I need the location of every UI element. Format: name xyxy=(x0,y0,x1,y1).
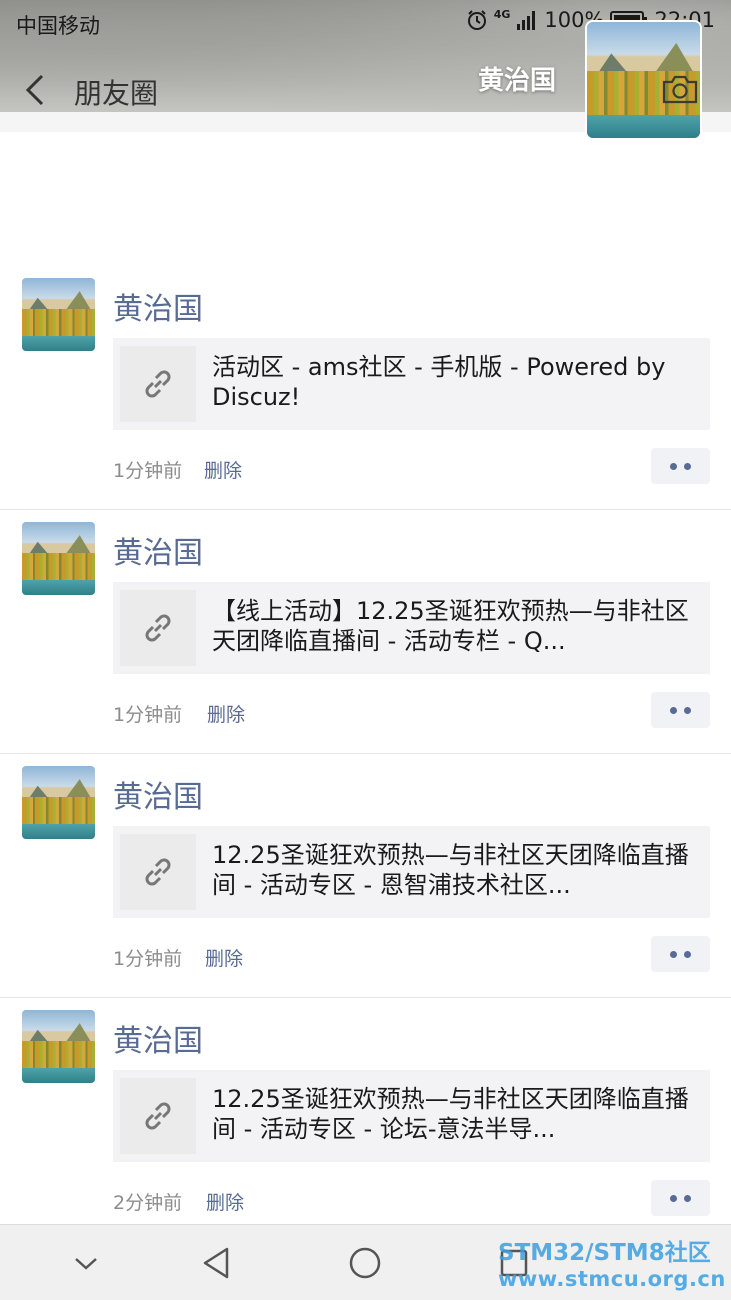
post-author[interactable]: 黄治国 xyxy=(113,772,203,816)
feed-post: 黄治国 12.25圣诞狂欢预热—与非社区天团降临直播间 - 活动专区 - 论坛-… xyxy=(0,998,731,1242)
system-home-button[interactable] xyxy=(345,1243,385,1283)
shared-link-card[interactable]: 【线上活动】12.25圣诞狂欢预热—与非社区天团降临直播间 - 活动专栏 - Q… xyxy=(113,582,710,674)
hide-nav-button[interactable] xyxy=(66,1243,106,1283)
network-type: 4G xyxy=(493,7,511,21)
delete-button[interactable]: 删除 xyxy=(207,700,245,727)
link-icon xyxy=(120,346,196,422)
feed-post: 黄治国 12.25圣诞狂欢预热—与非社区天团降临直播间 - 活动专区 - 恩智浦… xyxy=(0,754,731,998)
avatar[interactable] xyxy=(22,1010,95,1083)
landscape-image xyxy=(22,766,95,839)
shared-link-card[interactable]: 活动区 - ams社区 - 手机版 - Powered by Discuz! xyxy=(113,338,710,430)
more-options-button[interactable] xyxy=(651,1180,710,1216)
more-options-button[interactable] xyxy=(651,448,710,484)
camera-button[interactable] xyxy=(660,72,700,106)
shared-link-card[interactable]: 12.25圣诞狂欢预热—与非社区天团降临直播间 - 活动专区 - 论坛-意法半导… xyxy=(113,1070,710,1162)
more-dots-icon xyxy=(670,706,677,714)
link-title: 12.25圣诞狂欢预热—与非社区天团降临直播间 - 活动专区 - 论坛-意法半导… xyxy=(212,1085,689,1143)
more-options-button[interactable] xyxy=(651,692,710,728)
post-time: 1分钟前 xyxy=(113,704,183,726)
feed-post: 黄治国 【线上活动】12.25圣诞狂欢预热—与非社区天团降临直播间 - 活动专栏… xyxy=(0,510,731,754)
post-author[interactable]: 黄治国 xyxy=(113,528,203,572)
link-icon xyxy=(120,834,196,910)
link-title: 【线上活动】12.25圣诞狂欢预热—与非社区天团降临直播间 - 活动专栏 - Q… xyxy=(212,597,689,655)
delete-button[interactable]: 删除 xyxy=(205,944,243,971)
signal-icon xyxy=(517,11,536,30)
landscape-image xyxy=(22,278,95,351)
chevron-left-icon xyxy=(25,74,44,106)
carrier-label: 中国移动 xyxy=(16,14,100,38)
link-icon xyxy=(120,590,196,666)
post-time: 2分钟前 xyxy=(113,1192,183,1214)
post-author[interactable]: 黄治国 xyxy=(113,1016,203,1060)
post-time: 1分钟前 xyxy=(113,948,183,970)
more-options-button[interactable] xyxy=(651,936,710,972)
shared-link-card[interactable]: 12.25圣诞狂欢预热—与非社区天团降临直播间 - 活动专区 - 恩智浦技术社区… xyxy=(113,826,710,918)
delete-button[interactable]: 删除 xyxy=(206,1188,244,1215)
link-title: 活动区 - ams社区 - 手机版 - Powered by Discuz! xyxy=(212,353,666,411)
more-dots-icon xyxy=(670,462,677,470)
back-button[interactable] xyxy=(20,70,54,110)
chevron-down-icon xyxy=(75,1258,97,1270)
more-dots-icon xyxy=(670,1194,677,1202)
circle-home-icon xyxy=(349,1247,381,1279)
page-title: 朋友圈 xyxy=(74,77,159,110)
watermark: STM32/STM8社区 www.stmcu.org.cn xyxy=(498,1240,726,1292)
avatar[interactable] xyxy=(22,278,95,351)
post-time: 1分钟前 xyxy=(113,460,183,482)
delete-button[interactable]: 删除 xyxy=(204,456,242,483)
link-icon xyxy=(120,1078,196,1154)
watermark-line2: www.stmcu.org.cn xyxy=(498,1267,726,1291)
watermark-line1: STM32/STM8社区 xyxy=(498,1240,711,1266)
system-back-button[interactable] xyxy=(197,1243,237,1283)
camera-icon xyxy=(662,75,698,104)
alarm-icon xyxy=(467,10,486,30)
triangle-back-icon xyxy=(203,1247,229,1279)
post-author[interactable]: 黄治国 xyxy=(113,284,203,328)
avatar[interactable] xyxy=(22,766,95,839)
landscape-image xyxy=(22,522,95,595)
more-dots-icon xyxy=(670,950,677,958)
feed-post: 黄治国 活动区 - ams社区 - 手机版 - Powered by Discu… xyxy=(0,266,731,510)
avatar[interactable] xyxy=(22,522,95,595)
landscape-image xyxy=(22,1010,95,1083)
cover-username: 黄治国 xyxy=(478,66,557,96)
link-title: 12.25圣诞狂欢预热—与非社区天团降临直播间 - 活动专区 - 恩智浦技术社区… xyxy=(212,841,689,899)
